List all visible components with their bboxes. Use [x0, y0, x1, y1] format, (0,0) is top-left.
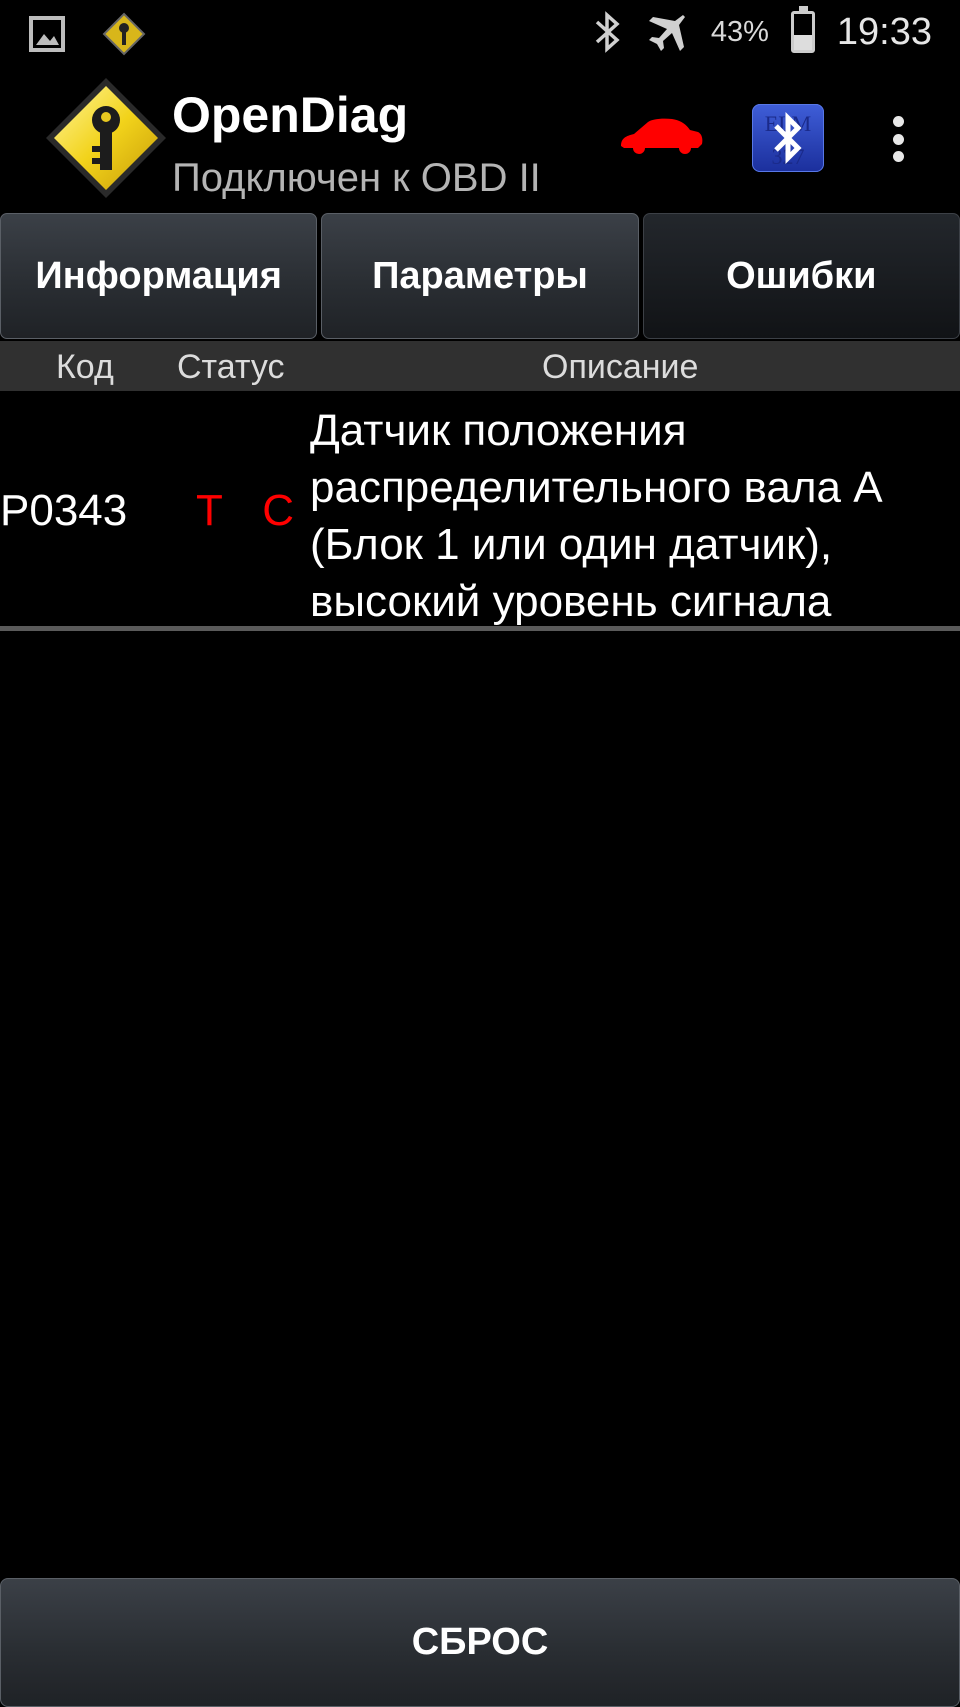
status-bar: 43% 19:33: [0, 0, 960, 64]
airplane-icon: [648, 15, 685, 51]
notification-icons: [28, 12, 146, 56]
table-row[interactable]: P0343 T C Датчик положения распределител…: [0, 392, 960, 626]
battery-icon: [790, 6, 815, 53]
error-status: T C: [196, 486, 296, 535]
column-header-status: Статус: [177, 348, 285, 386]
tab-bar: Информация Параметры Ошибки: [0, 213, 960, 339]
error-description: Датчик положения распределительного вала…: [310, 406, 881, 626]
app-title: OpenDiag: [172, 87, 409, 143]
app-logo-icon[interactable]: [42, 74, 170, 202]
overflow-menu-icon[interactable]: [890, 116, 906, 162]
tab-parameters[interactable]: Параметры: [321, 213, 639, 339]
row-divider: [0, 626, 960, 631]
battery-percent: 43%: [710, 15, 769, 48]
column-header-description: Описание: [542, 348, 699, 386]
reset-button[interactable]: СБРОС: [0, 1578, 960, 1707]
error-code: P0343: [0, 486, 128, 535]
bluetooth-icon: [595, 11, 620, 53]
connection-status: Подключен к OBD II: [172, 156, 541, 200]
car-icon[interactable]: [618, 116, 704, 156]
action-bar: OpenDiag Подключен к OBD II ELM 327: [0, 64, 960, 212]
gallery-icon: [29, 16, 65, 52]
tab-info[interactable]: Информация: [0, 213, 318, 339]
system-indicators: 43% 19:33: [593, 6, 932, 54]
elm327-bluetooth-icon[interactable]: ELM 327: [752, 104, 824, 172]
tab-errors[interactable]: Ошибки: [642, 213, 960, 339]
column-header-code: Код: [56, 348, 114, 386]
opendiag-notification-icon: [102, 12, 146, 56]
clock: 19:33: [836, 10, 932, 53]
table-header: Код Статус Описание: [0, 341, 960, 391]
